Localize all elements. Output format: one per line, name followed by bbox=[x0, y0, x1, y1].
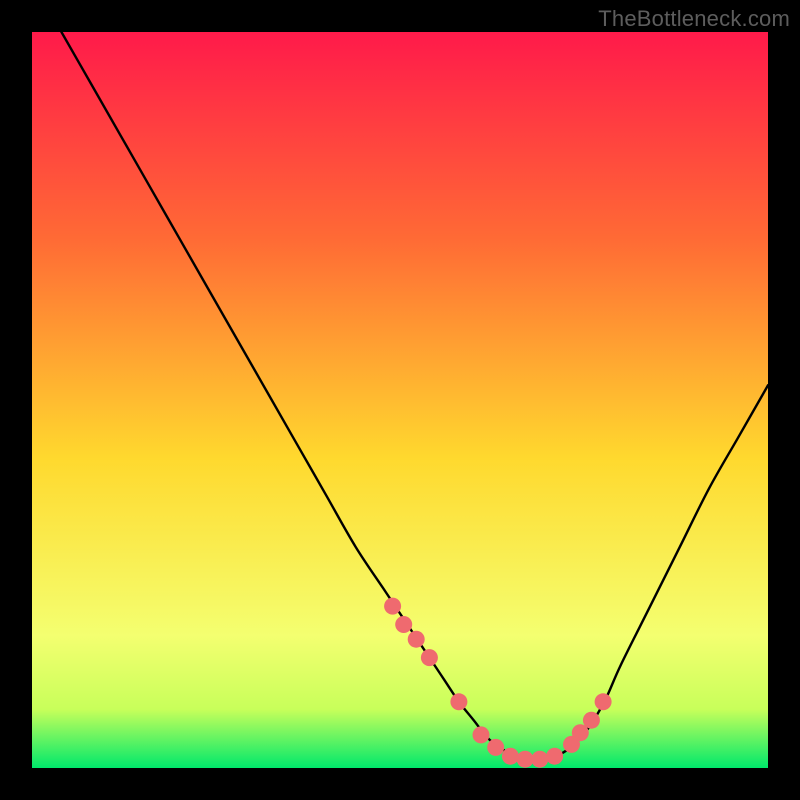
data-marker bbox=[595, 693, 612, 710]
data-marker bbox=[384, 598, 401, 615]
data-marker bbox=[546, 748, 563, 765]
data-marker bbox=[517, 751, 534, 768]
data-marker bbox=[531, 751, 548, 768]
chart-frame: TheBottleneck.com bbox=[0, 0, 800, 800]
plot-area bbox=[32, 32, 768, 768]
data-marker bbox=[583, 712, 600, 729]
gradient-background bbox=[32, 32, 768, 768]
data-marker bbox=[487, 739, 504, 756]
watermark-label: TheBottleneck.com bbox=[598, 6, 790, 32]
bottleneck-chart bbox=[32, 32, 768, 768]
data-marker bbox=[395, 616, 412, 633]
data-marker bbox=[408, 631, 425, 648]
data-marker bbox=[502, 748, 519, 765]
data-marker bbox=[473, 726, 490, 743]
data-marker bbox=[450, 693, 467, 710]
data-marker bbox=[421, 649, 438, 666]
